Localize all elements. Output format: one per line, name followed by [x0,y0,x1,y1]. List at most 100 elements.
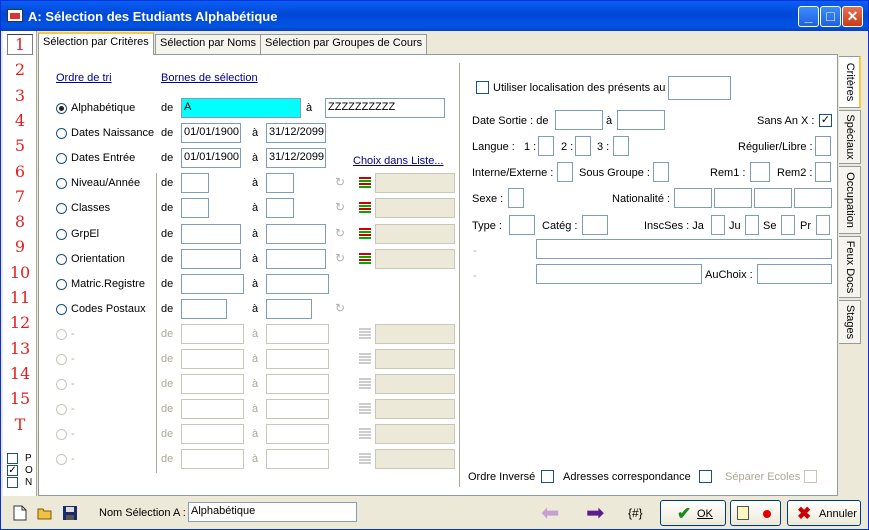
sort-radio-7[interactable] [56,253,67,265]
nationalite-2-input[interactable] [714,188,752,208]
annuler-button[interactable]: ✖ Annuler [787,500,861,526]
close-button[interactable]: ✕ [842,6,863,27]
list-icon[interactable] [359,378,371,390]
choice-list-field-10[interactable] [375,323,455,344]
inscses-ju-input[interactable] [745,215,759,235]
hash-button[interactable]: {#} [628,506,643,520]
bound-from-input-2[interactable]: 01/01/1900 [181,123,241,144]
selection-number-13[interactable]: 13 [3,339,37,358]
sort-radio-5[interactable] [56,203,67,215]
maximize-button[interactable]: □ [820,6,841,27]
sexe-input[interactable] [508,188,524,208]
sort-radio-15[interactable] [56,454,67,466]
list-icon[interactable] [359,428,371,440]
bound-to-input-9[interactable] [266,298,312,319]
inscses-pr-input[interactable] [816,215,830,235]
selection-number-1[interactable]: 1 [7,34,33,55]
bound-to-input-12[interactable] [266,374,329,395]
selection-number-8[interactable]: 8 [3,212,37,231]
selection-number-5[interactable]: 5 [3,136,37,155]
selection-number-6[interactable]: 6 [3,162,37,181]
save-icon[interactable] [62,505,78,521]
sous-groupe-input[interactable] [653,162,669,182]
selection-number-4[interactable]: 4 [3,111,37,130]
auchoix-input[interactable] [757,264,832,284]
utiliser-checkbox[interactable] [476,81,489,94]
minimize-button[interactable]: _ [798,6,819,27]
bound-to-input-8[interactable] [266,273,329,294]
bound-from-input-1[interactable]: A [181,98,301,118]
langue-2-input[interactable] [575,136,591,156]
bound-from-input-11[interactable] [181,349,244,369]
ok-button[interactable]: ✔ OK [660,500,726,526]
separer-checkbox[interactable] [804,470,817,483]
bornes-link[interactable]: Bornes de sélection [161,72,258,84]
choice-list-field-6[interactable] [375,223,455,244]
bound-to-input-5[interactable] [266,198,294,219]
bound-from-input-8[interactable] [181,273,244,294]
sort-radio-13[interactable] [56,404,67,416]
interne-input[interactable] [557,162,573,182]
date-sortie-to-input[interactable] [617,110,665,130]
bound-to-input-11[interactable] [266,349,329,369]
ordre-de-tri-link[interactable]: Ordre de tri [56,72,112,84]
bound-from-input-4[interactable] [181,173,209,194]
regulier-input[interactable] [815,136,831,156]
localisation-date-input[interactable] [668,76,731,100]
pon-checkbox[interactable]: ✓ [7,465,18,476]
list-icon[interactable] [359,227,371,240]
rem2-input[interactable] [815,162,831,182]
bound-from-input-15[interactable] [181,449,244,470]
inscses-se-input[interactable] [781,215,795,235]
adresses-checkbox[interactable] [699,470,712,483]
list-icon[interactable] [359,252,371,265]
sort-radio-4[interactable] [56,178,67,190]
bound-to-input-13[interactable] [266,399,329,420]
sort-radio-9[interactable] [56,303,67,315]
choice-list-field-11[interactable] [375,349,455,369]
sort-radio-2[interactable] [56,128,67,140]
bound-from-input-13[interactable] [181,399,244,420]
bound-from-input-10[interactable] [181,323,244,344]
side-tab-speciaux[interactable]: Spéciaux [839,110,861,164]
side-tab-criteres[interactable]: Critères [839,56,861,108]
open-folder-icon[interactable] [37,505,53,521]
refresh-icon[interactable]: ↻ [335,301,345,315]
tools-button[interactable] [730,500,781,526]
choice-list-field-5[interactable] [375,198,455,219]
sort-radio-12[interactable] [56,379,67,391]
selection-number-14[interactable]: 14 [3,364,37,383]
sans-an-checkbox[interactable]: ✓ [819,114,832,127]
tab-criteres[interactable]: Sélection par Critères [38,32,154,55]
refresh-icon[interactable]: ↻ [335,226,345,240]
sort-radio-3[interactable] [56,153,67,165]
bound-from-input-14[interactable] [181,424,244,445]
bound-to-input-7[interactable] [266,248,326,269]
bound-to-input-1[interactable]: ZZZZZZZZZZ [325,98,445,118]
categ-input[interactable] [582,215,608,235]
arrow-right-icon[interactable]: ➡ [586,502,604,524]
tab-groupes[interactable]: Sélection par Groupes de Cours [260,34,428,54]
sort-radio-14[interactable] [56,429,67,441]
selection-number-10[interactable]: 10 [3,263,37,282]
inscses-ja-input[interactable] [711,215,725,235]
arrow-left-icon[interactable]: ⬅ [541,502,559,524]
bound-from-input-6[interactable] [181,223,241,244]
selection-number-16[interactable]: T [3,415,37,434]
side-tab-stages[interactable]: Stages [839,300,861,344]
choice-list-field-12[interactable] [375,374,455,395]
langue-1-input[interactable] [538,136,554,156]
sort-radio-6[interactable] [56,228,67,240]
bound-to-input-6[interactable] [266,223,326,244]
choix-liste-link[interactable]: Choix dans Liste... [353,155,444,167]
refresh-icon[interactable]: ↻ [335,251,345,265]
new-document-icon[interactable] [13,505,29,521]
list-icon[interactable] [359,202,371,214]
selection-number-3[interactable]: 3 [3,86,37,105]
refresh-icon[interactable]: ↻ [335,200,345,214]
bound-from-input-3[interactable]: 01/01/1900 [181,148,241,169]
extra-field-2[interactable] [536,264,702,284]
side-tab-occupation[interactable]: Occupation [839,166,861,234]
list-icon[interactable] [359,327,371,340]
date-sortie-from-input[interactable] [555,110,603,130]
